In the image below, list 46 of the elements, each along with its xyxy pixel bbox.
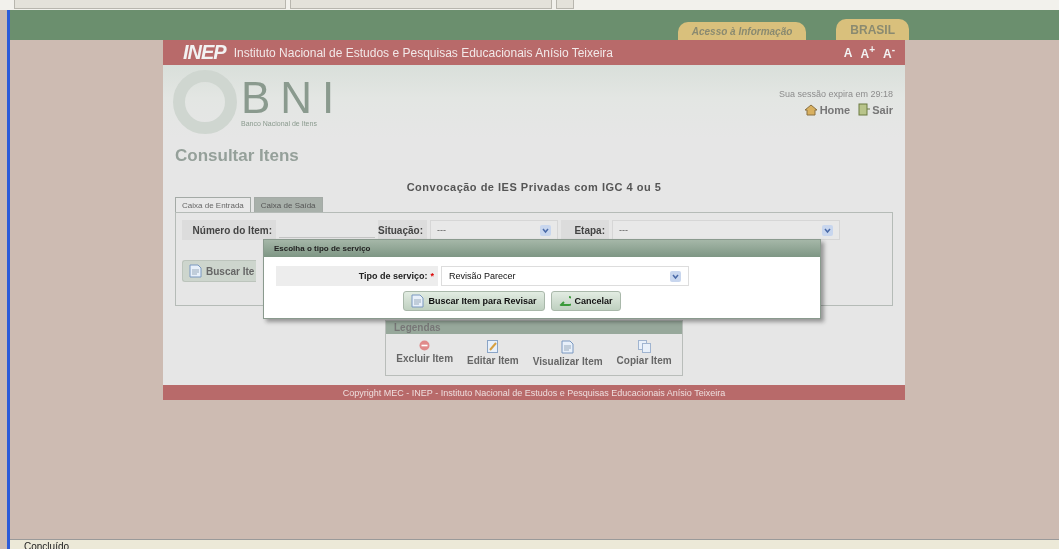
dropdown-arrow-icon[interactable] xyxy=(670,270,681,282)
font-size-control[interactable]: A$^{-}$ xyxy=(883,44,895,61)
select-field[interactable]: --- xyxy=(612,220,840,240)
field-label: Número do Item: xyxy=(182,220,276,240)
copy-icon xyxy=(637,340,651,353)
door-icon xyxy=(858,103,871,116)
legend-label: Editar Item xyxy=(467,355,519,366)
field-label: Tipo de serviço: * xyxy=(276,266,438,286)
bni-logo: BNI xyxy=(241,76,345,120)
document-icon xyxy=(189,264,202,278)
font-size-control[interactable]: A$^{+}$ xyxy=(860,44,875,61)
pencil-page-icon xyxy=(486,340,499,353)
copyright-footer: Copyright MEC - INEP - Instituto Nacional de Estudos e Pesquisas Educacionais Anísio Teixeira xyxy=(163,385,905,400)
page-subtitle: Convocação de IES Privadas com IGC 4 ou 5 xyxy=(405,181,663,193)
house-icon xyxy=(803,103,818,116)
session-timer: Sua sessão expira em 29:18 xyxy=(778,89,893,99)
search-button[interactable]: Buscar Ite xyxy=(182,260,257,282)
dialog-button[interactable]: Buscar Item para Revisar xyxy=(403,291,545,311)
document-search-icon xyxy=(411,294,425,308)
browser-tab[interactable] xyxy=(14,0,286,9)
dropdown-arrow-icon[interactable] xyxy=(540,224,551,236)
nav-link[interactable]: Sair xyxy=(858,103,893,116)
font-size-control[interactable]: A xyxy=(843,45,853,60)
gov-link[interactable]: BRASIL xyxy=(836,19,909,40)
nav-link[interactable]: Home xyxy=(803,103,851,116)
inep-logo: INEP xyxy=(183,41,226,64)
dialog-title: Escolha o tipo de serviço xyxy=(264,240,820,257)
page-title: Consultar Itens xyxy=(175,146,300,166)
field-label: Etapa: xyxy=(561,220,609,240)
dialog-button[interactable]: Cancelar xyxy=(550,291,621,311)
browser-tab[interactable] xyxy=(290,0,552,9)
tab[interactable]: Caixa de Saída xyxy=(253,197,323,212)
legend-label: Copiar Item xyxy=(616,355,672,366)
document-icon xyxy=(561,340,575,354)
field-label: Situação: xyxy=(378,220,427,240)
legend-label: Excluir Item xyxy=(396,353,454,364)
institute-title: Instituto Nacional de Estudos e Pesquisas Educacionais Anísio Teixeira xyxy=(233,45,615,60)
required-mark: * xyxy=(430,271,434,281)
service-select[interactable]: Revisão Parecer xyxy=(441,266,689,286)
tab[interactable]: Caixa de Entrada xyxy=(175,197,251,212)
gov-link[interactable]: Acesso à Informação xyxy=(677,22,807,40)
dropdown-arrow-icon[interactable] xyxy=(822,224,833,236)
select-field[interactable]: --- xyxy=(430,220,558,240)
remove-icon xyxy=(419,340,431,351)
new-tab-button[interactable] xyxy=(556,0,574,9)
legend-label: Visualizar Item xyxy=(532,356,603,367)
